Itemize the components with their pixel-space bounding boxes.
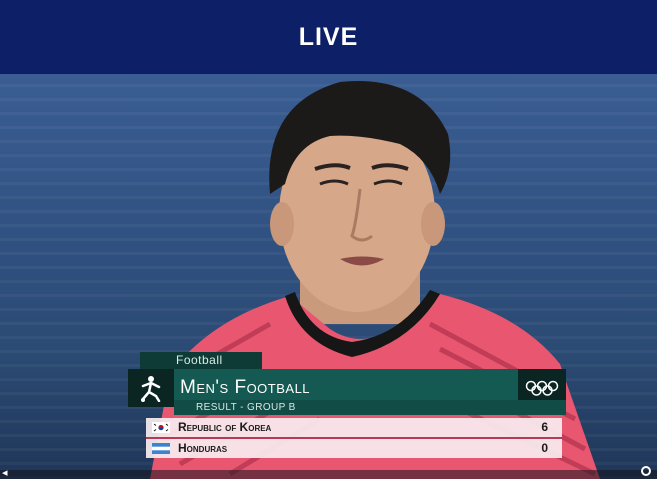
result-label: RESULT - GROUP B [174,400,566,415]
korea-flag-icon [152,422,170,433]
football-pictogram-icon [141,376,161,402]
team-name: Republic of Korea [178,420,272,434]
sport-label: Football [140,352,262,369]
team-row: Honduras 0 [146,439,562,458]
live-label: LIVE [298,22,359,51]
live-header: LIVE [0,0,657,74]
olympic-rings-icon [525,380,559,396]
volume-icon[interactable]: ◂ [2,466,8,479]
video-player[interactable]: Football Men's Football RESULT - GROUP B [0,74,657,479]
team-score: 6 [541,420,548,434]
team-name: Honduras [178,441,228,455]
honduras-flag-icon [152,443,170,454]
sport-icon-box [128,369,174,407]
team-row: Republic of Korea 6 [146,418,562,437]
score-graphic: Football Men's Football RESULT - GROUP B [128,352,568,462]
team-score: 0 [541,441,548,455]
search-icon[interactable] [641,466,651,476]
player-controls-strip[interactable] [0,470,657,479]
